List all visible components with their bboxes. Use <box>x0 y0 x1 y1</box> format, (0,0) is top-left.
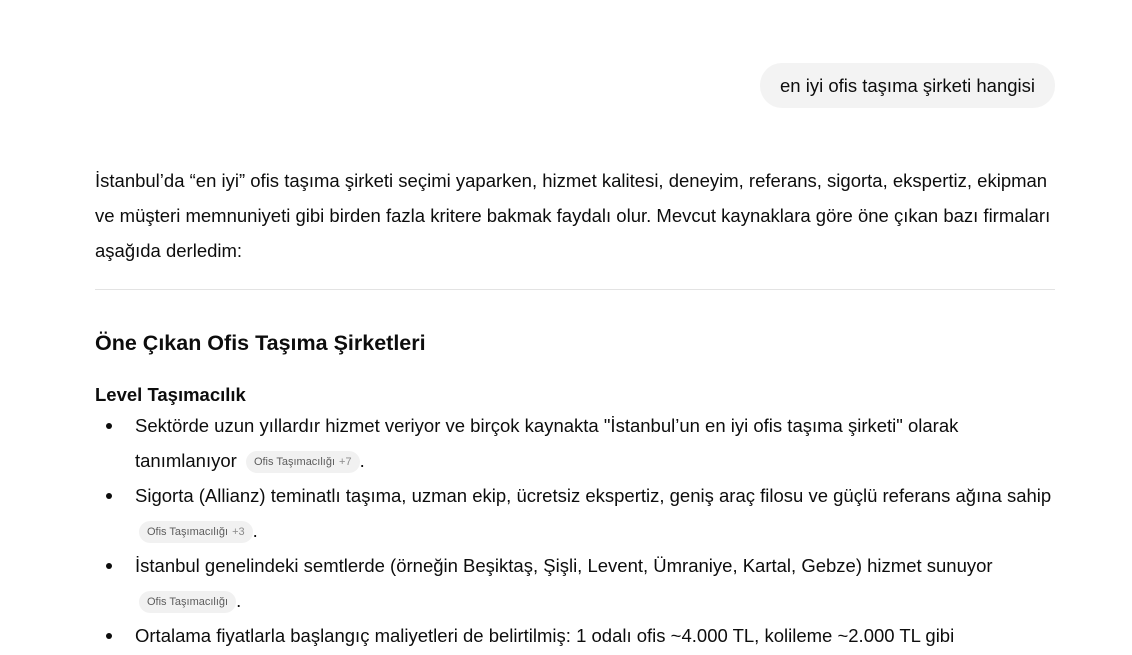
company-bullet-list: Sektörde uzun yıllardır hizmet veriyor v… <box>95 408 1055 653</box>
company-name: Level Taşımacılık <box>95 384 246 405</box>
user-message-bubble: en iyi ofis taşıma şirketi hangisi <box>760 63 1055 108</box>
bullet-text: Ortalama fiyatlarla başlangıç maliyetler… <box>135 625 955 646</box>
bullet-text: Sigorta (Allianz) teminatlı taşıma, uzma… <box>135 485 1052 506</box>
bullet-dot-icon <box>106 633 112 639</box>
section-divider <box>95 289 1055 290</box>
citation-label: Ofis Taşımacılığı <box>253 456 336 468</box>
bullet-item: İstanbul genelindeki semtlerde (örneğin … <box>95 548 1055 618</box>
bullet-end: . <box>359 450 365 471</box>
section-title: Öne Çıkan Ofis Taşıma Şirketleri <box>95 331 426 355</box>
bullet-end: . <box>236 590 242 611</box>
bullet-item: Sigorta (Allianz) teminatlı taşıma, uzma… <box>95 478 1055 548</box>
answer-intro: İstanbul’da “en iyi” ofis taşıma şirketi… <box>95 170 1051 261</box>
citation-label: Ofis Taşımacılığı <box>147 596 229 608</box>
citation-count: +3 <box>232 526 245 538</box>
citation-count: +7 <box>339 456 352 468</box>
citation-label: Ofis Taşımacılığı <box>147 526 229 538</box>
source-citation-chip[interactable]: Ofis Taşımacılığı +7 <box>245 451 360 473</box>
bullet-end: . <box>252 520 258 541</box>
source-citation-chip[interactable]: Ofis Taşımacılığı <box>139 591 237 613</box>
user-message-row: en iyi ofis taşıma şirketi hangisi <box>760 63 1055 108</box>
assistant-answer: İstanbul’da “en iyi” ofis taşıma şirketi… <box>95 163 1055 653</box>
bullet-text: İstanbul genelindeki semtlerde (örneğin … <box>135 555 993 576</box>
bullet-item: Ortalama fiyatlarla başlangıç maliyetler… <box>95 618 1055 653</box>
source-citation-chip[interactable]: Ofis Taşımacılığı +3 <box>139 521 253 543</box>
chat-page: en iyi ofis taşıma şirketi hangisi İstan… <box>0 0 1132 655</box>
bullet-dot-icon <box>106 563 112 569</box>
bullet-dot-icon <box>106 493 112 499</box>
bullet-item: Sektörde uzun yıllardır hizmet veriyor v… <box>95 408 1055 478</box>
bullet-dot-icon <box>106 423 112 429</box>
